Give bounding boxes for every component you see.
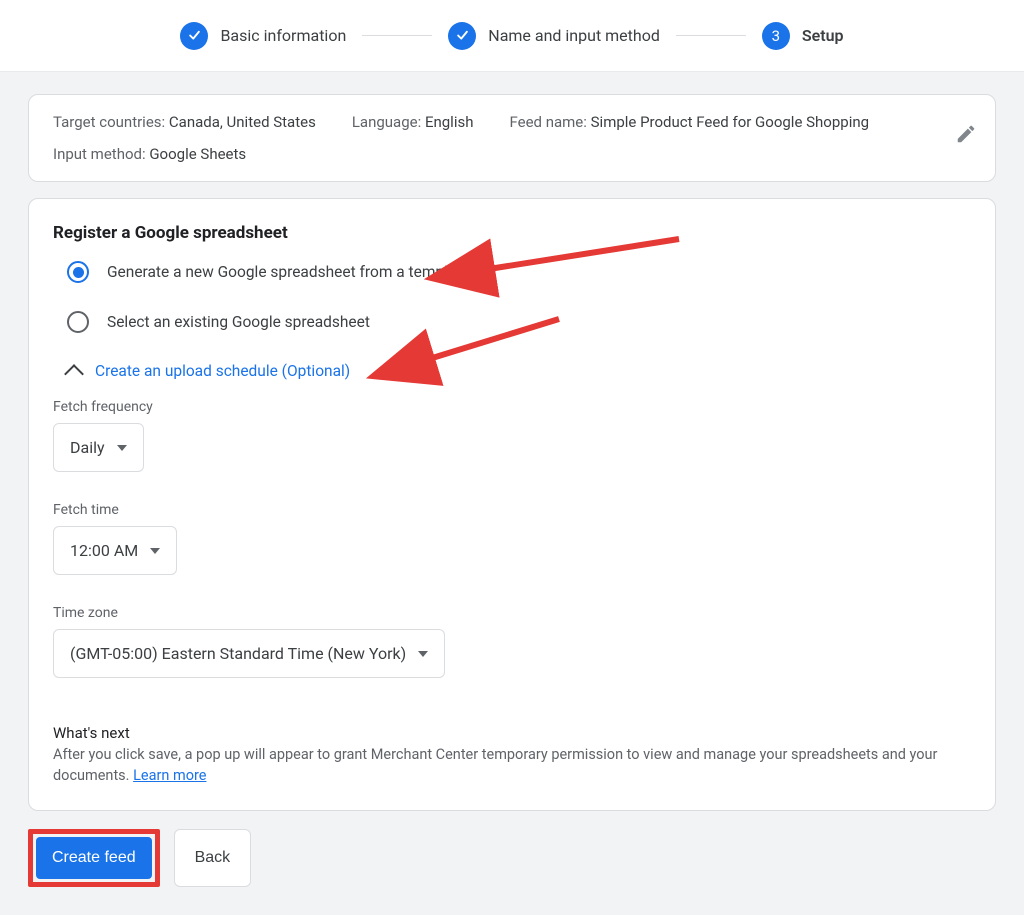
stepper: Basic information Name and input method … (0, 0, 1024, 72)
chevron-up-icon (64, 364, 84, 384)
input-method-label: Input method: (53, 145, 146, 163)
radio-label: Generate a new Google spreadsheet from a… (107, 263, 470, 281)
input-method-value: Google Sheets (149, 145, 246, 163)
target-countries-value: Canada, United States (169, 113, 316, 131)
radio-icon (67, 311, 89, 333)
time-zone-value: (GMT-05:00) Eastern Standard Time (New Y… (70, 644, 406, 663)
language-value: English (425, 113, 474, 131)
create-feed-button[interactable]: Create feed (36, 837, 152, 879)
step-label: Basic information (220, 26, 346, 45)
feed-name-label: Feed name: (509, 113, 586, 131)
caret-down-icon (418, 651, 428, 657)
feed-name: Feed name: Simple Product Feed for Googl… (509, 113, 869, 131)
section-title: Register a Google spreadsheet (53, 223, 971, 243)
radio-generate-template[interactable]: Generate a new Google spreadsheet from a… (67, 261, 971, 283)
upload-schedule-label: Create an upload schedule (Optional) (95, 362, 350, 380)
caret-down-icon (150, 548, 160, 554)
back-button[interactable]: Back (174, 829, 252, 887)
step-label: Setup (802, 26, 844, 45)
fetch-frequency-value: Daily (70, 438, 105, 457)
target-countries: Target countries: Canada, United States (53, 113, 316, 131)
target-countries-label: Target countries: (53, 113, 165, 131)
language: Language: English (352, 113, 474, 131)
register-spreadsheet-card: Register a Google spreadsheet Generate a… (28, 198, 996, 811)
feed-name-value: Simple Product Feed for Google Shopping (591, 113, 869, 131)
language-label: Language: (352, 113, 421, 131)
caret-down-icon (117, 445, 127, 451)
step-name-and-input[interactable]: Name and input method (448, 22, 660, 50)
check-icon (448, 22, 476, 50)
learn-more-link[interactable]: Learn more (133, 767, 206, 784)
pencil-icon (955, 123, 977, 145)
edit-button[interactable] (955, 123, 977, 149)
time-zone-select[interactable]: (GMT-05:00) Eastern Standard Time (New Y… (53, 629, 445, 678)
fetch-time-value: 12:00 AM (70, 541, 138, 560)
fetch-frequency-select[interactable]: Daily (53, 423, 144, 472)
summary-card: Target countries: Canada, United States … (28, 94, 996, 182)
fetch-frequency-label: Fetch frequency (53, 399, 971, 415)
fetch-time-select[interactable]: 12:00 AM (53, 526, 177, 575)
whats-next-body: After you click save, a pop up will appe… (53, 744, 971, 786)
whats-next-title: What's next (53, 724, 971, 742)
fetch-time-label: Fetch time (53, 502, 971, 518)
step-connector (676, 35, 746, 36)
step-number-icon: 3 (762, 22, 790, 50)
step-setup[interactable]: 3 Setup (762, 22, 844, 50)
step-label: Name and input method (488, 26, 660, 45)
upload-schedule-toggle[interactable]: Create an upload schedule (Optional) (67, 361, 971, 381)
radio-select-existing[interactable]: Select an existing Google spreadsheet (67, 311, 971, 333)
time-zone-label: Time zone (53, 605, 971, 621)
radio-icon (67, 261, 89, 283)
create-feed-highlight: Create feed (28, 829, 160, 887)
footer-actions: Create feed Back (28, 829, 996, 887)
input-method: Input method: Google Sheets (53, 145, 246, 163)
step-basic-information[interactable]: Basic information (180, 22, 346, 50)
check-icon (180, 22, 208, 50)
step-connector (362, 35, 432, 36)
radio-label: Select an existing Google spreadsheet (107, 313, 370, 331)
